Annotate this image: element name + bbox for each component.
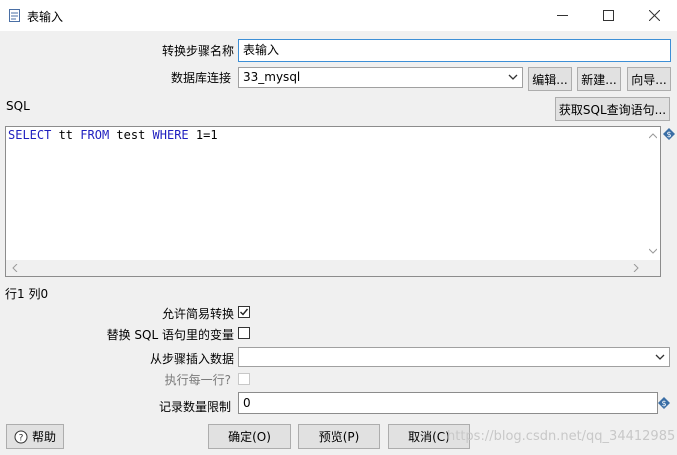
lazy-conversion-checkbox[interactable]: [238, 306, 250, 318]
new-connection-button[interactable]: 新建...: [577, 67, 621, 91]
watermark: https://blog.csdn.net/qq_34412985: [447, 429, 676, 444]
sql-column: tt: [51, 128, 81, 142]
cursor-position: 行1 列0: [5, 287, 49, 301]
scroll-left-icon[interactable]: [12, 264, 18, 272]
variable-icon: $: [658, 397, 670, 409]
variable-icon: $: [663, 128, 675, 140]
lazy-conversion-label: 允许简易转换: [161, 307, 234, 321]
minimize-button[interactable]: [539, 0, 585, 31]
horizontal-scrollbar[interactable]: [6, 260, 660, 276]
sql-condition: 1=1: [188, 128, 218, 142]
wizard-button[interactable]: 向导...: [627, 67, 671, 91]
window-title: 表输入: [27, 10, 64, 24]
edit-connection-button[interactable]: 编辑...: [528, 67, 572, 91]
scroll-down-icon[interactable]: [649, 248, 657, 254]
sql-editor[interactable]: SELECT tt FROM test WHERE 1=1: [5, 126, 661, 277]
sql-keyword-from: FROM: [80, 128, 110, 142]
insert-from-step-select[interactable]: [238, 347, 670, 367]
sql-keyword-where: WHERE: [152, 128, 189, 142]
close-icon: [648, 10, 660, 21]
checkmark-icon: [240, 308, 249, 316]
execute-each-row-checkbox[interactable]: [238, 373, 250, 385]
sql-keyword-select: SELECT: [8, 128, 52, 142]
scroll-right-icon[interactable]: [633, 264, 639, 272]
connection-select[interactable]: 33_mysql: [238, 67, 523, 88]
minimize-icon: [556, 15, 568, 16]
table-input-icon: [9, 9, 20, 22]
help-button-label: 帮助: [31, 430, 56, 444]
insert-from-step-label: 从步骤插入数据: [149, 352, 234, 366]
sql-label: SQL: [6, 99, 30, 113]
get-sql-button[interactable]: 获取SQL查询语句...: [555, 97, 670, 121]
scroll-up-icon[interactable]: [649, 133, 657, 139]
maximize-button[interactable]: [585, 0, 631, 31]
title-bar: 表输入: [0, 0, 677, 31]
ok-button[interactable]: 确定(O): [208, 424, 291, 449]
connection-value: 33_mysql: [243, 70, 301, 84]
execute-each-row-label: 执行每一行?: [164, 373, 231, 387]
replace-variables-checkbox[interactable]: [238, 327, 250, 339]
limit-input[interactable]: 0: [238, 392, 658, 414]
maximize-icon: [602, 10, 614, 21]
svg-text:?: ?: [19, 433, 24, 443]
chevron-down-icon: [508, 74, 518, 80]
sql-table: test: [109, 128, 153, 142]
replace-variables-label: 替换 SQL 语句里的变量: [106, 328, 234, 342]
svg-text:$: $: [666, 130, 671, 139]
preview-button[interactable]: 预览(P): [298, 424, 380, 449]
svg-text:$: $: [661, 399, 666, 408]
help-button[interactable]: ? 帮助: [6, 424, 64, 449]
help-icon: ?: [14, 430, 28, 443]
connection-label: 数据库连接: [170, 71, 231, 85]
step-name-input[interactable]: 表输入: [238, 39, 671, 62]
close-button[interactable]: [631, 0, 677, 31]
sql-text: SELECT tt FROM test WHERE 1=1: [8, 128, 218, 142]
step-name-label: 转换步骤名称: [161, 44, 234, 58]
chevron-down-icon: [655, 354, 665, 360]
limit-label: 记录数量限制: [158, 400, 231, 414]
